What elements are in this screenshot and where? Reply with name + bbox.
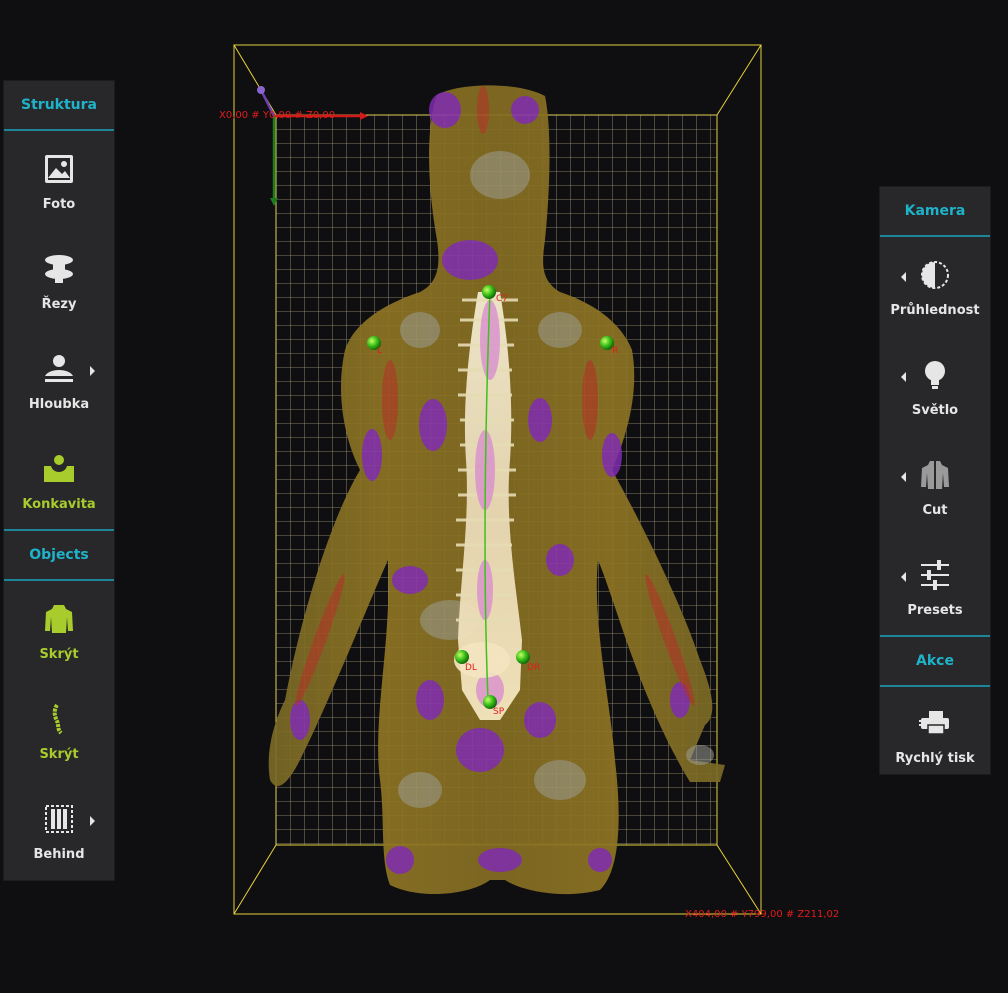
section-header-objects: Objects (4, 529, 114, 581)
extent-coordinates: X404,00 # Y799,00 # Z211,02 (685, 909, 840, 920)
submenu-caret-icon[interactable] (90, 816, 95, 826)
tool-behind[interactable]: Behind (4, 781, 114, 881)
tool-label: Průhlednost (890, 303, 980, 318)
tool-cut[interactable]: Cut (880, 437, 990, 537)
marker-dl (455, 650, 469, 664)
photo-icon (43, 153, 75, 185)
tool-foto[interactable]: Foto (4, 131, 114, 231)
tool-label: Foto (42, 197, 76, 212)
marker-c7 (482, 285, 496, 299)
spine-icon (43, 703, 75, 735)
tool-label: Skrýt (39, 647, 79, 662)
marker-dr (516, 650, 530, 664)
marker-label: DR (527, 663, 540, 673)
sliders-icon (919, 559, 951, 591)
submenu-caret-icon[interactable] (90, 366, 95, 376)
vertebra-slices-icon (43, 253, 75, 285)
tool-label: Rychlý tisk (895, 751, 975, 766)
marker-label: R (612, 346, 618, 356)
tool-hloubka[interactable]: Hloubka (4, 331, 114, 431)
printer-icon (919, 707, 951, 739)
tool-label: Behind (33, 847, 85, 862)
tool-presets[interactable]: Presets (880, 537, 990, 637)
torso-icon (43, 603, 75, 635)
tool-label: Řezy (41, 297, 77, 312)
right-toolbar: Kamera Průhlednost Světlo Cut Presets Ak… (880, 187, 990, 774)
tool-svetlo[interactable]: Světlo (880, 337, 990, 437)
tool-label: Cut (922, 503, 948, 518)
tool-label: Konkavita (22, 497, 96, 512)
section-header-struktura: Struktura (4, 81, 114, 131)
submenu-caret-icon[interactable] (901, 472, 906, 482)
submenu-caret-icon[interactable] (901, 272, 906, 282)
section-header-kamera: Kamera (880, 187, 990, 237)
depth-person-icon (43, 353, 75, 385)
tool-label: Světlo (911, 403, 959, 418)
3d-viewport[interactable]: C7 L R DL DR SP X0,00 # Y0,00 # Z0,00 X4… (0, 0, 1008, 993)
tool-rezy[interactable]: Řezy (4, 231, 114, 331)
behind-frame-icon (43, 803, 75, 835)
scene-canvas[interactable]: C7 L R DL DR SP (0, 0, 1008, 993)
left-toolbar: Struktura Foto Řezy Hloubka Konkavita Ob… (4, 81, 114, 880)
tool-hide-spine[interactable]: Skrýt (4, 681, 114, 781)
concavity-icon (43, 453, 75, 485)
origin-coordinates: X0,00 # Y0,00 # Z0,00 (219, 110, 336, 121)
lightbulb-icon (919, 359, 951, 391)
tool-konkavita[interactable]: Konkavita (4, 431, 114, 531)
tool-label: Hloubka (28, 397, 90, 412)
tool-rychly-tisk[interactable]: Rychlý tisk (880, 685, 990, 785)
tool-label: Presets (907, 603, 963, 618)
submenu-caret-icon[interactable] (901, 572, 906, 582)
marker-label: SP (493, 707, 505, 717)
section-header-akce: Akce (880, 635, 990, 687)
marker-label: C7 (496, 294, 508, 304)
tool-label: Skrýt (39, 747, 79, 762)
transparency-icon (919, 259, 951, 291)
submenu-caret-icon[interactable] (901, 372, 906, 382)
tool-pruhlednost[interactable]: Průhlednost (880, 237, 990, 337)
marker-label: L (377, 346, 382, 356)
marker-label: DL (465, 663, 477, 673)
tool-hide-torso[interactable]: Skrýt (4, 581, 114, 681)
cut-body-icon (919, 459, 951, 491)
